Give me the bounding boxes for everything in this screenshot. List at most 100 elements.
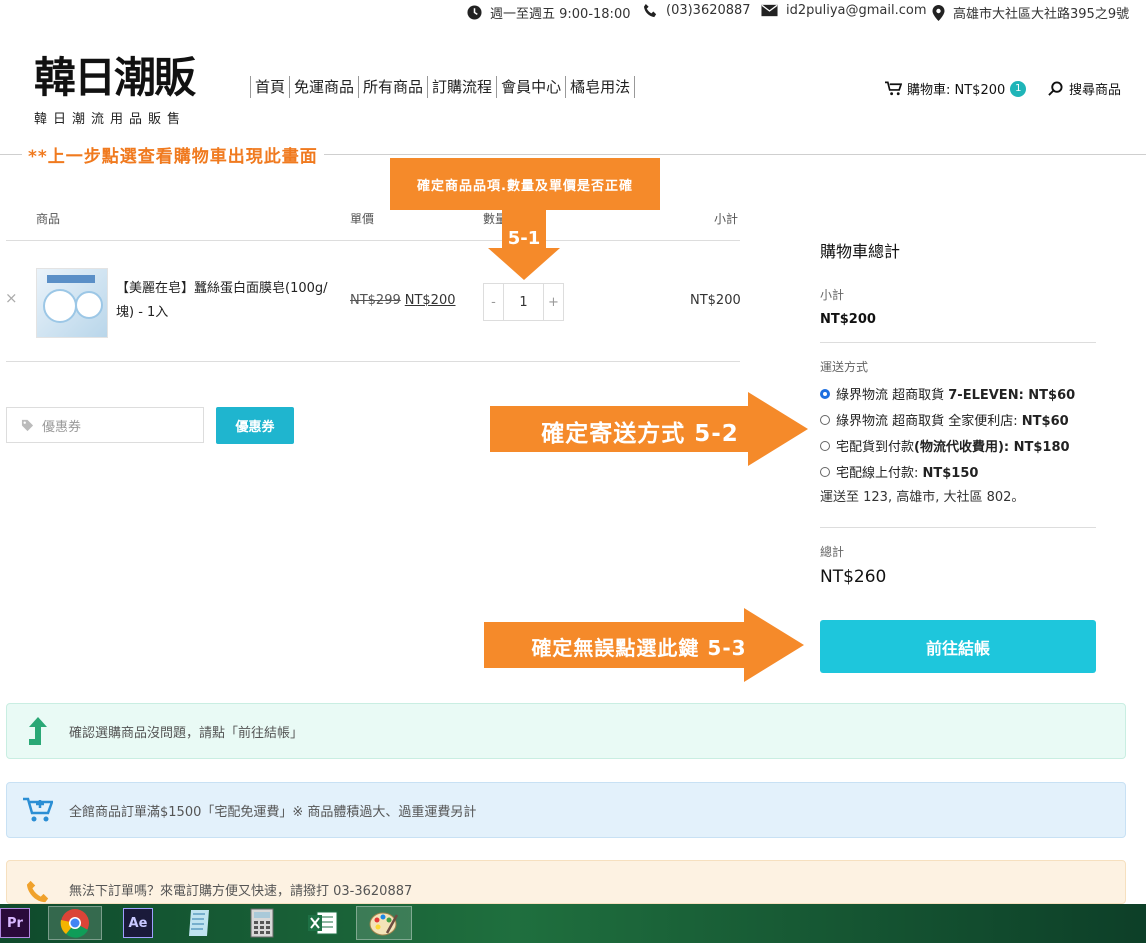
notice-confirm-text: 確認選購商品沒問題，請點「前往結帳」 [69, 725, 304, 741]
table-divider-top [6, 240, 740, 241]
coupon-input[interactable]: 優惠券 [6, 407, 204, 443]
shipping-option-cod[interactable]: 宅配貨到付款(物流代收費用): NT$180 [820, 436, 1070, 455]
totals-divider-2 [820, 527, 1096, 528]
chrome-icon [60, 909, 89, 938]
address-text: 高雄市大社區大社路395之9號 [953, 7, 1130, 22]
notice-phone-order-text: 無法下訂單嗎？來電訂購方便又快速，請撥打 03-3620887 [69, 884, 413, 899]
subtotal-value: NT$200 [820, 312, 876, 327]
thumbnail-soap-right [75, 291, 103, 319]
qty-input[interactable]: 1 [503, 284, 544, 320]
thumbnail-soap-left [43, 289, 77, 323]
col-header-subtotal: 小計 [714, 212, 739, 226]
notepad-taskbar-button[interactable] [182, 906, 218, 940]
cart-totals-title: 購物車總計 [820, 242, 901, 261]
hours-text: 週一至週五 9:00-18:00 [490, 7, 631, 22]
quantity-stepper[interactable]: - 1 + [483, 283, 564, 321]
notepad-icon [189, 910, 209, 936]
option-price: (物流代收費用): NT$180 [914, 440, 1070, 455]
nav-order-process[interactable]: 訂購流程 [427, 76, 496, 98]
down-arrow: 5-1 [488, 210, 560, 280]
notice-icon-wrap [7, 797, 69, 823]
phone-icon [643, 3, 657, 18]
row-subtotal: NT$200 [690, 293, 741, 308]
mail-icon [761, 4, 778, 17]
radio-button[interactable] [820, 388, 830, 399]
nav-soap-usage[interactable]: 橘皂用法 [565, 76, 636, 98]
search-label: 搜尋商品 [1069, 83, 1122, 98]
notice-free-shipping-text: 全館商品訂單滿$1500「宅配免運費」※ 商品體積過大、過重運費另計 [69, 804, 477, 820]
cart-label: 購物車: NT$200 [907, 83, 1006, 98]
qty-minus-button[interactable]: - [484, 284, 503, 320]
header-cart[interactable]: 購物車: NT$200 1 [885, 79, 1027, 98]
table-divider-bottom [6, 361, 740, 362]
old-price: NT$299 [350, 293, 401, 308]
shipping-option-familymart[interactable]: 綠界物流 超商取貨 全家便利店: NT$60 [820, 410, 1069, 429]
check-items-banner: 確定商品品項.數量及單價是否正確 [390, 158, 660, 210]
excel-taskbar-button[interactable] [303, 906, 343, 940]
option-price: 7-ELEVEN: NT$60 [948, 388, 1076, 403]
header-search[interactable]: 搜尋商品 [1048, 79, 1121, 98]
radio-button[interactable] [820, 440, 830, 451]
phone-icon [26, 880, 49, 903]
premiere-taskbar-button[interactable]: Pr [0, 906, 30, 940]
notice-phone-order: 無法下訂單嗎？來電訂購方便又快速，請撥打 03-3620887 [6, 860, 1126, 904]
unit-price: NT$299 NT$200 [350, 293, 456, 308]
option-text: 綠界物流 超商取貨 全家便利店: [836, 414, 1022, 429]
notice-free-shipping: 全館商品訂單滿$1500「宅配免運費」※ 商品體積過大、過重運費另計 [6, 782, 1126, 838]
cart-count-badge: 1 [1010, 80, 1027, 97]
remove-item-button[interactable]: × [5, 289, 18, 307]
email-text[interactable]: id2puliya@gmail.com [786, 3, 927, 18]
radio-button[interactable] [820, 466, 830, 477]
product-name[interactable]: 【美麗在皂】蠶絲蛋白面膜皂(100g/塊) - 1入 [116, 277, 344, 325]
excel-icon [308, 911, 338, 935]
paint-taskbar-button[interactable] [356, 906, 412, 940]
site-logo[interactable]: 韓日潮販 韓日潮流用品販售 [34, 50, 196, 127]
premiere-icon: Pr [0, 908, 30, 938]
total-value: NT$260 [820, 567, 887, 587]
shipping-label: 運送方式 [820, 360, 869, 374]
notice-icon-wrap [7, 717, 69, 745]
nav-all-products[interactable]: 所有商品 [358, 76, 427, 98]
option-text: 宅配貨到付款 [836, 440, 915, 455]
annotation-note: **上一步點選查看購物車出現此畫面 [22, 142, 324, 167]
logo-subtitle: 韓日潮流用品販售 [34, 112, 187, 127]
calculator-taskbar-button[interactable] [244, 906, 280, 940]
nav-home[interactable]: 首頁 [250, 76, 289, 98]
apply-coupon-button[interactable]: 優惠券 [216, 407, 294, 444]
clock-icon [467, 5, 482, 20]
main-nav: 首頁 免運商品 所有商品 訂購流程 會員中心 橘皂用法 [250, 76, 636, 98]
step-5-1: 5-1 [507, 228, 541, 249]
after-effects-icon: Ae [123, 908, 153, 938]
arrow-up-icon [29, 717, 47, 745]
after-effects-taskbar-button[interactable]: Ae [120, 906, 156, 940]
phone-info: (03)3620887 [643, 3, 751, 18]
thumbnail-label-strip [47, 275, 95, 283]
checkout-button[interactable]: 前往結帳 [820, 620, 1096, 673]
address-info: 高雄市大社區大社路395之9號 [932, 3, 1129, 22]
qty-plus-button[interactable]: + [544, 284, 563, 320]
option-price: NT$60 [1021, 414, 1069, 429]
calculator-icon [250, 908, 274, 938]
cart-icon [885, 81, 902, 96]
hours-info: 週一至週五 9:00-18:00 [467, 3, 630, 22]
sale-price: NT$200 [404, 293, 456, 308]
col-header-product: 商品 [36, 212, 61, 226]
chrome-taskbar-button[interactable] [48, 906, 102, 940]
paint-icon [369, 912, 399, 936]
shipping-arrow: 確定寄送方式 5-2 [490, 392, 808, 466]
search-icon [1048, 81, 1063, 96]
nav-free-shipping[interactable]: 免運商品 [289, 76, 358, 98]
shipping-option-online-pay[interactable]: 宅配線上付款: NT$150 [820, 462, 978, 481]
location-pin-icon [932, 4, 945, 21]
product-thumbnail[interactable] [36, 268, 108, 338]
nav-member-center[interactable]: 會員中心 [496, 76, 565, 98]
subtotal-label: 小計 [820, 288, 845, 302]
coupon-placeholder: 優惠券 [42, 419, 82, 435]
email-info[interactable]: id2puliya@gmail.com [761, 3, 927, 18]
total-label: 總計 [820, 545, 845, 559]
radio-button[interactable] [820, 414, 830, 425]
option-text: 宅配線上付款: [836, 466, 923, 481]
shipping-option-711[interactable]: 綠界物流 超商取貨 7-ELEVEN: NT$60 [820, 384, 1075, 403]
top-info-bar: 週一至週五 9:00-18:00 (03)3620887 id2puliya@g… [0, 0, 1146, 22]
option-price: NT$150 [922, 466, 979, 481]
